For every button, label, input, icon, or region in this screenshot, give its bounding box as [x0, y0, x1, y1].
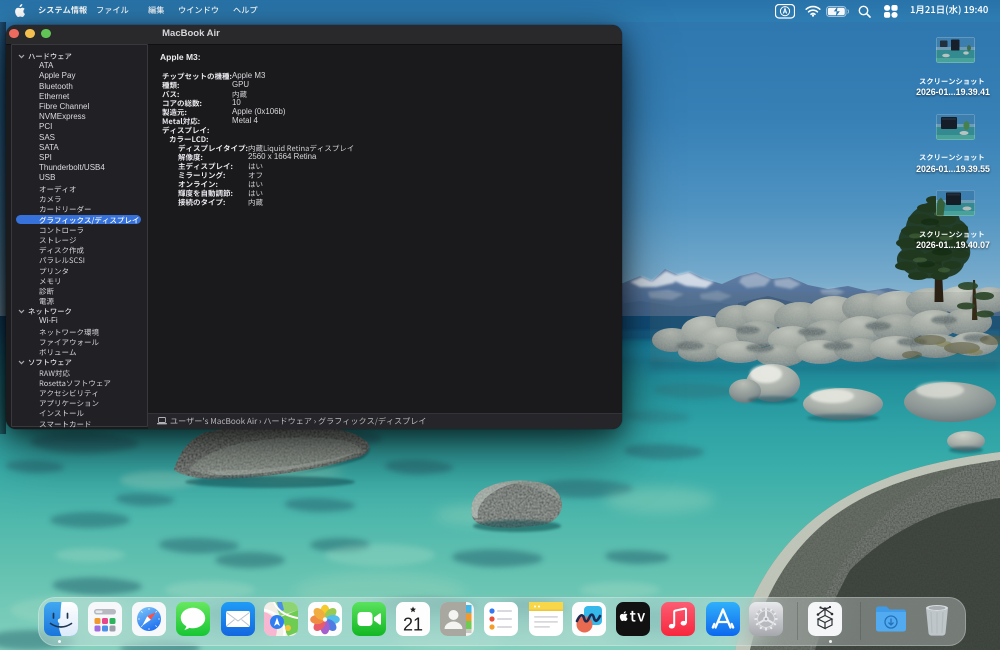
svg-text:21: 21	[403, 615, 423, 635]
